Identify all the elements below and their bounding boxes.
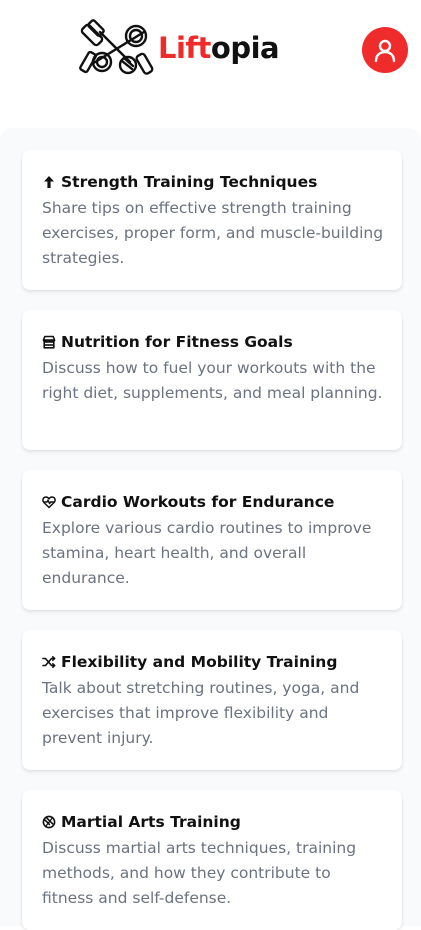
app-header: Liftopia — [0, 0, 421, 128]
topic-title: Martial Arts Training — [42, 812, 382, 832]
topic-title: Flexibility and Mobility Training — [42, 652, 382, 672]
topic-description: Share tips on effective strength trainin… — [42, 199, 384, 267]
topic-title-text: Cardio Workouts for Endurance — [61, 493, 335, 511]
brand-name-accent: Lift — [158, 30, 211, 65]
dumbbell-logo-icon — [79, 19, 154, 75]
topics-list: Strength Training Techniques Share tips … — [0, 128, 421, 930]
topic-card[interactable]: Strength Training Techniques Share tips … — [22, 150, 402, 290]
topic-card[interactable]: Nutrition for Fitness Goals Discuss how … — [22, 310, 402, 450]
topic-title: Nutrition for Fitness Goals — [42, 332, 382, 352]
brand-logo[interactable]: Liftopia — [78, 18, 280, 78]
brand-name: Liftopia — [158, 30, 280, 65]
profile-button[interactable] — [362, 27, 408, 73]
topic-description: Discuss martial arts techniques, trainin… — [42, 839, 357, 907]
brand-name-rest: opia — [210, 30, 280, 65]
topic-description: Talk about stretching routines, yoga, an… — [42, 679, 360, 747]
heart-pulse-icon — [42, 496, 56, 509]
topic-card[interactable]: Flexibility and Mobility Training Talk a… — [22, 630, 402, 770]
arrow-up-icon — [44, 176, 54, 188]
topic-title-text: Strength Training Techniques — [61, 173, 318, 191]
topic-title-text: Flexibility and Mobility Training — [61, 653, 338, 671]
user-icon — [374, 39, 396, 63]
topic-title: Strength Training Techniques — [42, 172, 382, 192]
topic-title: Cardio Workouts for Endurance — [42, 492, 382, 512]
topic-card[interactable]: Cardio Workouts for Endurance Explore va… — [22, 470, 402, 610]
martial-arts-icon — [42, 815, 56, 829]
store-icon — [42, 335, 56, 349]
topic-description: Explore various cardio routines to impro… — [42, 519, 372, 587]
topic-description: Discuss how to fuel your workouts with t… — [42, 359, 383, 402]
topic-title-text: Nutrition for Fitness Goals — [61, 333, 293, 351]
topic-title-text: Martial Arts Training — [61, 813, 241, 831]
shuffle-icon — [42, 656, 56, 668]
topic-card[interactable]: Martial Arts Training Discuss martial ar… — [22, 790, 402, 930]
